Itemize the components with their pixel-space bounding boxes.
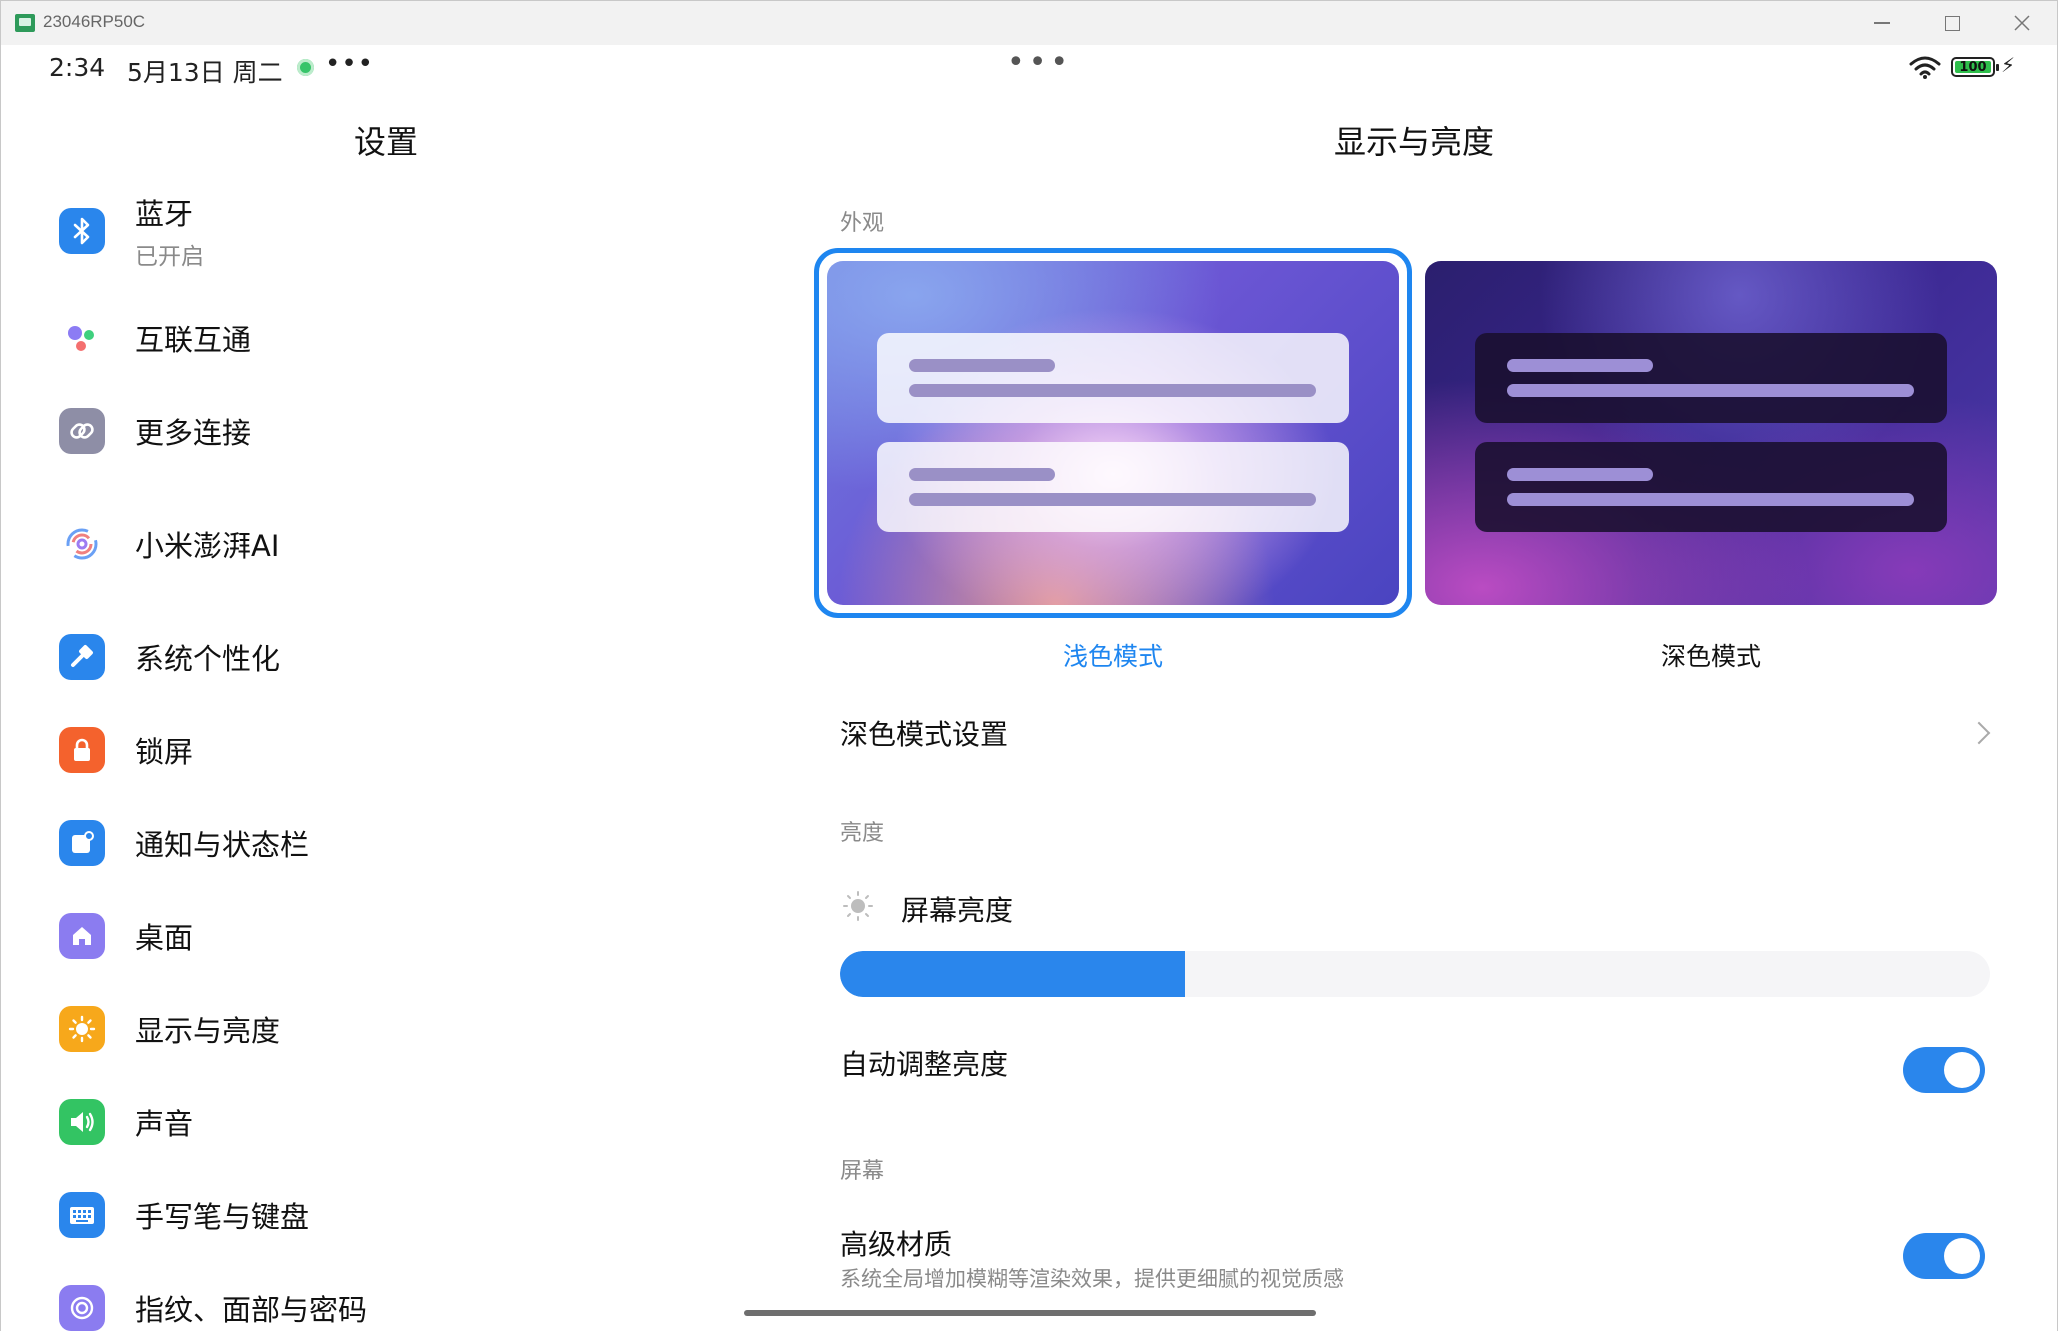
battery-level: 100 [1959,60,1987,75]
light-mode-preview[interactable] [827,261,1399,605]
window-title: 23046RP50C [43,12,146,31]
sidebar-item-label: 互联互通 [135,323,252,357]
android-app-icon [15,14,35,32]
sidebar-item-desktop[interactable]: 桌面 [59,898,739,974]
sidebar-item-label: 锁屏 [135,735,194,769]
display-settings-panel: 显示与亮度 外观 浅色模式 深色模式 深色模式设置 亮度 屏幕亮度 自动调整亮度… [771,89,2057,1331]
brightness-slider-fill [840,951,1185,997]
advanced-material-toggle[interactable] [1903,1233,1985,1279]
preview-card [1475,333,1947,423]
screen-brightness-label: 屏幕亮度 [901,894,1014,927]
speaker-icon [59,1099,105,1145]
bluetooth-icon [59,208,105,254]
sidebar-item-fingerprint[interactable]: 指纹、面部与密码 [59,1270,739,1331]
preview-bar [1507,384,1914,397]
advanced-material-label: 高级材质 [840,1228,953,1261]
minimize-button[interactable] [1851,7,1913,39]
sidebar-item-label: 蓝牙 [135,197,194,231]
sidebar-item-label: 通知与状态栏 [135,828,310,862]
brightness-slider[interactable] [840,951,1990,997]
preview-bar [909,359,1055,372]
dark-mode-label[interactable]: 深色模式 [1425,637,1997,673]
lock-icon [59,727,105,773]
sidebar-item-sublabel: 已开启 [135,244,204,270]
sidebar-item-label: 小米澎湃AI [135,529,280,563]
maximize-button[interactable] [1921,7,1983,39]
preview-bar [1507,359,1653,372]
sidebar-item-label: 桌面 [135,921,194,955]
close-button[interactable] [1991,7,2053,39]
multiwindow-handle-icon[interactable]: ••• [1007,45,1072,80]
status-date: 5月13日 周二 [127,58,283,87]
active-indicator-icon [297,59,314,76]
sidebar-item-display[interactable]: 显示与亮度 [59,991,739,1067]
section-header-brightness: 亮度 [840,821,885,846]
sidebar-item-personalization[interactable]: 系统个性化 [59,619,739,695]
page-title: 显示与亮度 [1333,123,1494,161]
brightness-sun-icon [843,891,873,921]
sidebar-item-more-connections[interactable]: 更多连接 [59,393,739,469]
settings-sidebar: 设置 蓝牙 已开启 互联互通 更多连接 小米澎湃AI 系统个性化 锁屏 通知与状… [1,89,771,1331]
sidebar-item-label: 显示与亮度 [135,1014,281,1048]
sidebar-item-hyper-ai[interactable]: 小米澎湃AI [59,506,739,582]
sidebar-item-stylus-keyboard[interactable]: 手写笔与键盘 [59,1177,739,1253]
sidebar-item-label: 更多连接 [135,416,252,450]
sidebar-item-label: 系统个性化 [135,642,281,676]
sidebar-item-lock-screen[interactable]: 锁屏 [59,712,739,788]
keyboard-icon [59,1192,105,1238]
preview-bar [909,384,1316,397]
preview-card [877,333,1349,423]
dark-mode-preview[interactable] [1425,261,1997,605]
preview-bar [909,493,1316,506]
auto-brightness-label: 自动调整亮度 [840,1048,1009,1081]
app-window: 23046RP50C 2:34 5月13日 周二 ••• ••• 100 ⚡ 设… [0,0,2058,1331]
status-more-icon: ••• [325,49,375,79]
title-bar: 23046RP50C [1,1,2057,45]
link-icon [59,408,105,454]
interconnect-icon [59,315,105,361]
sidebar-item-label: 声音 [135,1107,194,1141]
preview-card [877,442,1349,532]
toggle-knob [1944,1238,1980,1274]
sidebar-item-sound[interactable]: 声音 [59,1084,739,1160]
notification-icon [59,820,105,866]
section-header-screen: 屏幕 [840,1159,885,1184]
charging-icon: ⚡ [2001,53,2016,77]
close-icon [2014,15,2030,31]
sidebar-item-label: 指纹、面部与密码 [135,1293,368,1327]
status-bar: 2:34 5月13日 周二 ••• ••• 100 ⚡ [1,45,2057,89]
fingerprint-icon [59,1285,105,1331]
maximize-icon [1944,15,1960,31]
preview-bar [909,468,1055,481]
preview-bar [1507,468,1653,481]
wifi-icon [1909,56,1941,79]
brush-icon [59,634,105,680]
preview-bar [1507,493,1914,506]
advanced-material-description: 系统全局增加模糊等渲染效果，提供更细腻的视觉质感 [840,1267,1344,1291]
sun-icon [59,1006,105,1052]
section-header-appearance: 外观 [840,211,885,236]
home-icon [59,913,105,959]
sidebar-item-notifications[interactable]: 通知与状态栏 [59,805,739,881]
hyper-ai-icon [59,521,105,567]
toggle-knob [1944,1052,1980,1088]
sidebar-title: 设置 [353,123,418,161]
dark-mode-settings-label: 深色模式设置 [840,718,1009,751]
battery-icon: 100 [1951,57,1999,77]
sidebar-item-label: 手写笔与键盘 [135,1200,310,1234]
gesture-bar[interactable] [744,1310,1316,1316]
preview-card [1475,442,1947,532]
status-time: 2:34 [49,53,106,82]
light-mode-label[interactable]: 浅色模式 [827,637,1399,673]
auto-brightness-toggle[interactable] [1903,1047,1985,1093]
sidebar-item-interconnect[interactable]: 互联互通 [59,300,739,376]
dark-mode-settings-row[interactable]: 深色模式设置 [840,713,1990,757]
sidebar-item-bluetooth[interactable]: 蓝牙 已开启 [59,193,739,270]
minimize-icon [1874,22,1890,24]
